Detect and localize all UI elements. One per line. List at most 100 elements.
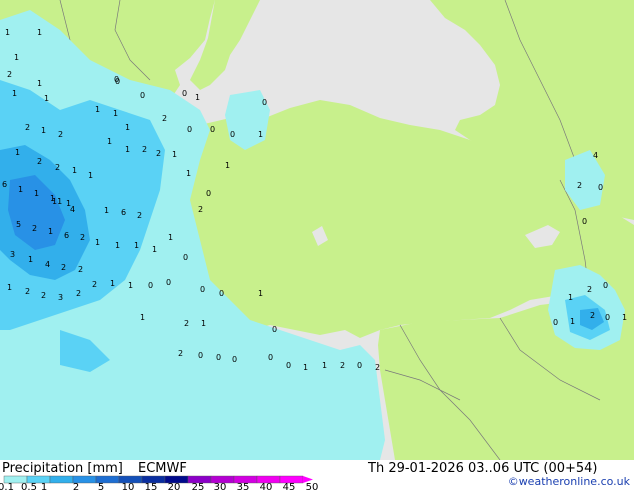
precip-value-label: 4 [70, 205, 75, 214]
scale-tick-label: 30 [213, 482, 227, 493]
precip-value-label: 1 [115, 241, 120, 250]
precip-value-label: 1 [195, 93, 200, 102]
precip-value-label: 0 [357, 361, 362, 370]
precip-value-label: 1 [258, 130, 263, 139]
precip-value-label: 2 [375, 363, 380, 372]
scale-tick-label: 15 [144, 482, 158, 493]
title-precip: Precipitation [mm] [2, 461, 123, 476]
precip-value-label: 0 [148, 281, 153, 290]
precip-value-label: 6 [2, 180, 7, 189]
precip-value-label: 2 [162, 114, 167, 123]
title-model: ECMWF [138, 461, 187, 476]
credit-link[interactable]: ©weatheronline.co.uk [508, 475, 630, 488]
precip-value-label: 0 [553, 318, 558, 327]
precip-value-label: 1 [113, 109, 118, 118]
precip-value-label: 0 [140, 91, 145, 100]
scale-tick-label: 0.1 [0, 482, 14, 493]
precip-value-label: 1 [186, 169, 191, 178]
precip-value-label: 1 [15, 148, 20, 157]
precip-value-label: 2 [92, 280, 97, 289]
precip-value-label: 1 [225, 161, 230, 170]
precip-value-label: 0 [268, 353, 273, 362]
scale-tick-label: 25 [191, 482, 205, 493]
precip-value-label: 1 [7, 283, 12, 292]
precip-value-label: 2 [80, 233, 85, 242]
precip-value-label: 0 [200, 285, 205, 294]
scale-tick-label: 20 [167, 482, 181, 493]
precip-value-label: 1 [107, 137, 112, 146]
precip-value-label: 1 [72, 166, 77, 175]
precip-value-label: 1 [258, 289, 263, 298]
precip-value-label: 1 [568, 293, 573, 302]
precip-value-label: 2 [587, 285, 592, 294]
precip-value-label: 1 [140, 313, 145, 322]
scale-tick-label: 40 [259, 482, 273, 493]
precip-value-label: 4 [593, 151, 598, 160]
precip-value-label: 1 [5, 28, 10, 37]
precip-value-label: 1 [125, 145, 130, 154]
precip-value-label: 1 [88, 171, 93, 180]
precip-value-label: 1 [18, 185, 23, 194]
legend-bar: Precipitation [mm] ECMWF Th 29-01-2026 0… [0, 460, 634, 493]
precip-value-label: 2 [61, 263, 66, 272]
precip-value-label: 2 [198, 205, 203, 214]
precip-value-label: 1 [95, 105, 100, 114]
precip-value-label: 0 [187, 125, 192, 134]
precip-value-label: 2 [340, 361, 345, 370]
precip-value-label: 2 [142, 145, 147, 154]
precip-value-label: 1 [134, 241, 139, 250]
scale-tick-label: 0.5 [21, 482, 37, 493]
map-area: 1 1 1 2 1 1 1 0 1 1 2 2 1 2 1 1 2 2 1 1 1 1 2 2 1 6 1 1 1 1 11 4 1 6 2 5 2 1 6… [0, 0, 634, 460]
precip-value-label: 0 [216, 353, 221, 362]
precip-value-label: 2 [156, 149, 161, 158]
precip-value-label: 0 [232, 355, 237, 364]
precip-value-label: 0 [183, 253, 188, 262]
precip-value-label: 4 [45, 260, 50, 269]
precipitation-map: 1 11211101 122 1 21122 1111 2 2 161 111114 1 6 25 2 1 6… [0, 0, 634, 460]
precip-value-label: 0 [219, 289, 224, 298]
precip-value-label: 0 [166, 278, 171, 287]
precip-value-label: 2 [25, 123, 30, 132]
precip-value-label: 0 [598, 183, 603, 192]
precip-value-label: 2 [32, 224, 37, 233]
precip-value-label: 0 [272, 325, 277, 334]
precip-value-label: 0 [198, 351, 203, 360]
precip-value-label: 3 [58, 293, 63, 302]
scale-tick-label: 10 [121, 482, 135, 493]
scale-swatch [49, 475, 74, 484]
precip-value-label: 2 [7, 70, 12, 79]
precip-value-label: 1 [201, 319, 206, 328]
precip-value-label: 1 [48, 227, 53, 236]
precip-value-label: 0 [230, 130, 235, 139]
precip-value-label: 2 [184, 319, 189, 328]
scale-tick-label: 35 [236, 482, 250, 493]
precip-value-label: 1 [125, 123, 130, 132]
precip-value-label: 2 [25, 287, 30, 296]
precip-value-label: 3 [10, 250, 15, 259]
precip-value-label: 0 [603, 281, 608, 290]
precip-value-label: 0 [210, 125, 215, 134]
precip-value-label: 0 [206, 189, 211, 198]
precip-value-label: 0 [582, 217, 587, 226]
precip-value-label: 6 [64, 231, 69, 240]
precip-value-label: 2 [55, 163, 60, 172]
precip-value-label: 1 [168, 233, 173, 242]
precip-value-label: 0 [182, 89, 187, 98]
precip-value-label: 1 [44, 94, 49, 103]
precip-value-label: 1 [322, 361, 327, 370]
precip-value-label: 1 [37, 79, 42, 88]
precip-value-label: 1 [14, 53, 19, 62]
precip-value-label: 1 [172, 150, 177, 159]
precip-value-label: 0 [114, 75, 119, 84]
precip-value-label: 1 [34, 189, 39, 198]
scale-tick-label: 45 [282, 482, 296, 493]
precip-value-label: 11 [52, 197, 62, 206]
precip-value-label: 1 [95, 238, 100, 247]
valid-time: Th 29-01-2026 03..06 UTC (00+54) [368, 461, 598, 476]
precip-value-label: 2 [577, 181, 582, 190]
scale-tick-label: 50 [305, 482, 319, 493]
precip-value-label: 1 [28, 255, 33, 264]
precip-value-label: 2 [58, 130, 63, 139]
precip-value-label: 2 [178, 349, 183, 358]
precip-value-label: 1 [104, 206, 109, 215]
